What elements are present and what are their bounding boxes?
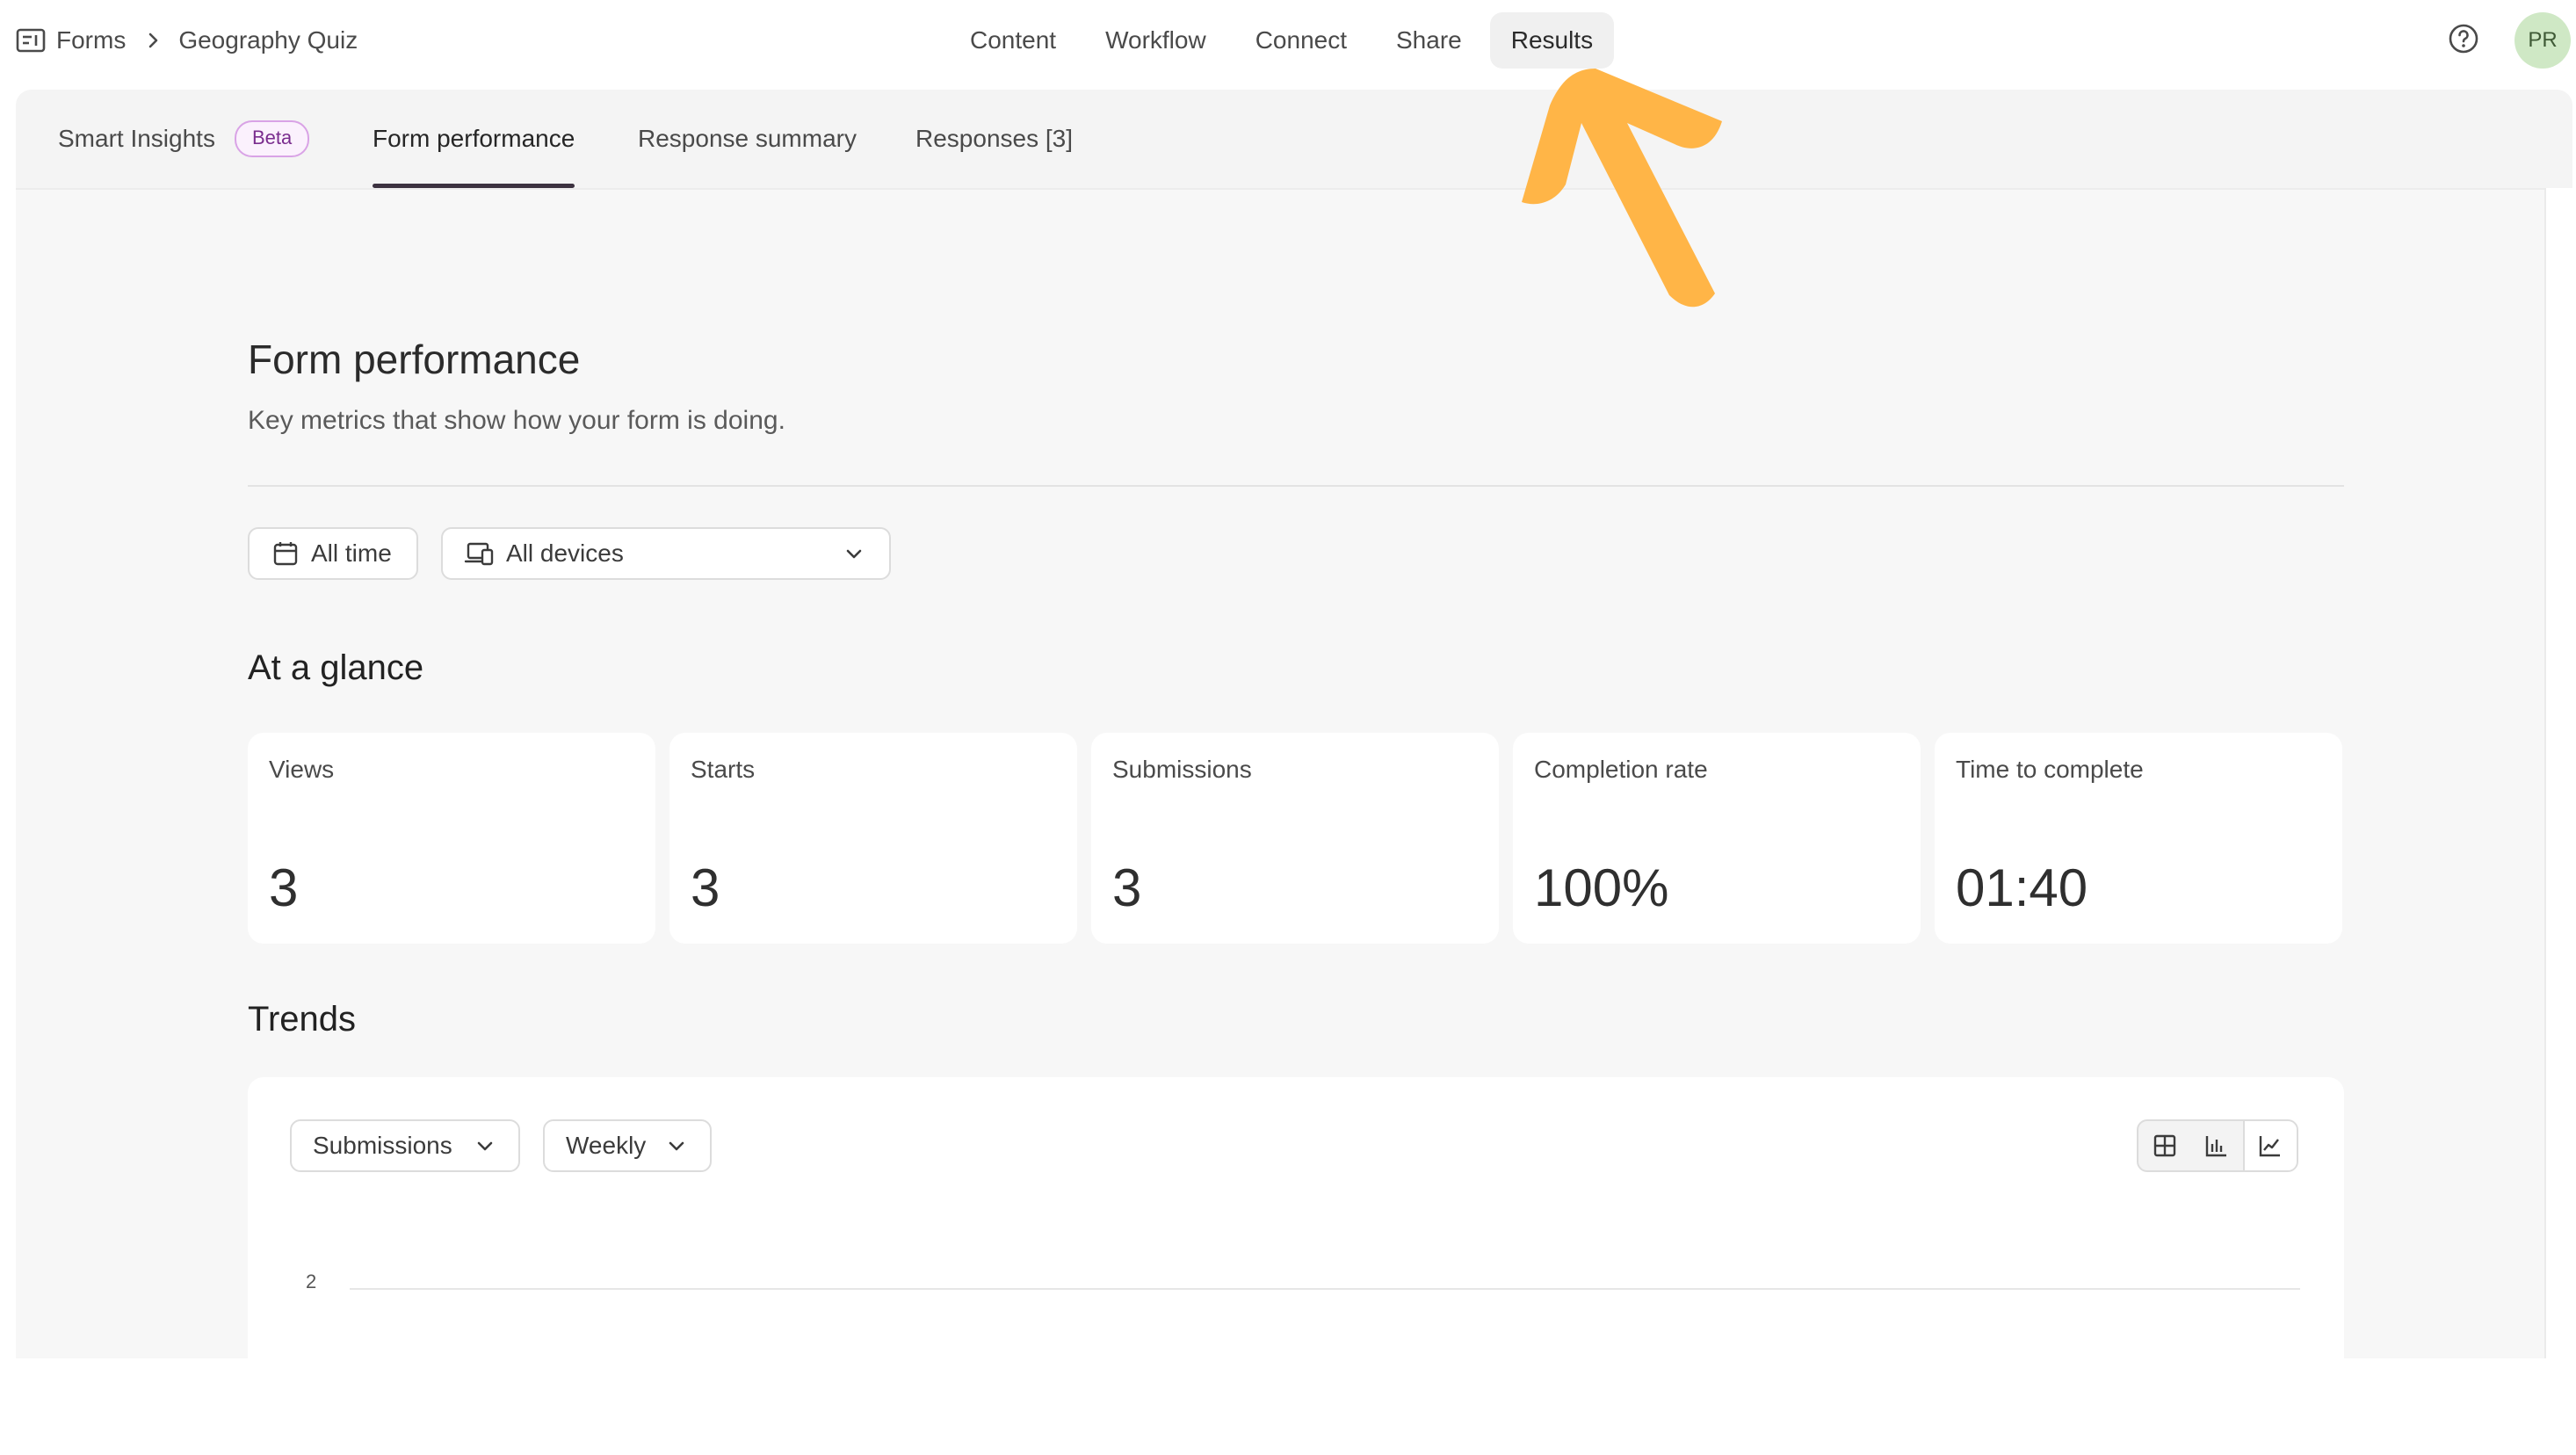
table-view-button[interactable] xyxy=(2138,1121,2190,1170)
line-chart-icon xyxy=(2260,1136,2281,1157)
chart-gridline xyxy=(350,1288,2300,1290)
chart-view-switcher xyxy=(2137,1119,2298,1172)
metric-label: Submissions xyxy=(1112,756,1252,783)
trend-interval-label: Weekly xyxy=(566,1132,647,1159)
bar-view-button[interactable] xyxy=(2190,1121,2242,1170)
metric-card-starts: Starts 3 xyxy=(669,733,1077,944)
tab-responses[interactable]: Responses [3] xyxy=(915,90,1073,188)
nav-connect[interactable]: Connect xyxy=(1234,12,1368,69)
metric-value: 3 xyxy=(691,858,720,917)
metric-card-views: Views 3 xyxy=(248,733,655,944)
page-title: Form performance xyxy=(248,337,581,382)
tab-form-performance[interactable]: Form performance xyxy=(373,90,575,188)
user-avatar[interactable]: PR xyxy=(2514,12,2571,69)
metric-label: Completion rate xyxy=(1534,756,1708,783)
metric-label: Starts xyxy=(691,756,756,783)
forms-icon xyxy=(16,28,46,53)
beta-badge: Beta xyxy=(234,119,310,157)
trend-metric-label: Submissions xyxy=(313,1132,452,1159)
nav-workflow[interactable]: Workflow xyxy=(1084,12,1227,69)
breadcrumb-current[interactable]: Geography Quiz xyxy=(178,26,358,54)
metric-value: 3 xyxy=(1112,858,1142,917)
divider xyxy=(248,485,2344,487)
line-view-button[interactable] xyxy=(2242,1121,2297,1170)
y-axis-tick: 2 xyxy=(306,1270,317,1292)
nav-results[interactable]: Results xyxy=(1489,12,1615,69)
breadcrumb-root-link[interactable]: Forms xyxy=(56,26,126,54)
trends-heading: Trends xyxy=(248,1000,357,1039)
chevron-down-icon xyxy=(846,549,862,559)
nav-share[interactable]: Share xyxy=(1375,12,1483,69)
scrollbar[interactable] xyxy=(2544,188,2574,1358)
trend-interval-select[interactable]: Weekly xyxy=(543,1119,712,1172)
top-navigation: Content Workflow Connect Share Results xyxy=(949,12,1621,69)
page-subtitle: Key metrics that show how your form is d… xyxy=(248,406,785,435)
device-filter-select[interactable]: All devices xyxy=(441,527,891,580)
top-bar: Forms Geography Quiz Content Workflow Co… xyxy=(0,0,2576,83)
date-filter-label: All time xyxy=(311,539,392,567)
help-icon[interactable] xyxy=(2448,23,2479,54)
metric-label: Views xyxy=(269,756,335,783)
chevron-right-icon xyxy=(149,33,158,48)
tab-smart-insights[interactable]: Smart Insights Beta xyxy=(58,90,310,188)
chevron-down-icon xyxy=(477,1141,493,1151)
metric-value: 100% xyxy=(1534,858,1669,917)
date-filter-button[interactable]: All time xyxy=(248,527,418,580)
at-a-glance-heading: At a glance xyxy=(248,648,424,687)
devices-icon xyxy=(464,542,494,566)
metric-card-time-to-complete: Time to complete 01:40 xyxy=(1935,733,2342,944)
metric-card-completion-rate: Completion rate 100% xyxy=(1513,733,1921,944)
bar-chart-icon xyxy=(2205,1136,2226,1157)
results-tabs: Smart Insights Beta Form performance Resp… xyxy=(16,90,2572,190)
tab-label: Smart Insights xyxy=(58,125,215,152)
metric-card-submissions: Submissions 3 xyxy=(1091,733,1499,944)
metric-value: 01:40 xyxy=(1956,858,2088,917)
annotation-arrow-icon xyxy=(1522,69,1722,308)
table-icon xyxy=(2153,1134,2175,1157)
calendar-icon xyxy=(273,542,298,566)
trends-card: Submissions Weekly 2 xyxy=(248,1077,2344,1455)
breadcrumb: Forms Geography Quiz xyxy=(16,19,358,62)
nav-content[interactable]: Content xyxy=(949,12,1077,69)
device-filter-label: All devices xyxy=(506,539,624,567)
tab-response-summary[interactable]: Response summary xyxy=(638,90,857,188)
metric-value: 3 xyxy=(269,858,299,917)
chevron-down-icon xyxy=(669,1141,684,1151)
metric-label: Time to complete xyxy=(1956,756,2144,783)
results-panel: Smart Insights Beta Form performance Resp… xyxy=(16,90,2574,1455)
trend-metric-select[interactable]: Submissions xyxy=(290,1119,520,1172)
